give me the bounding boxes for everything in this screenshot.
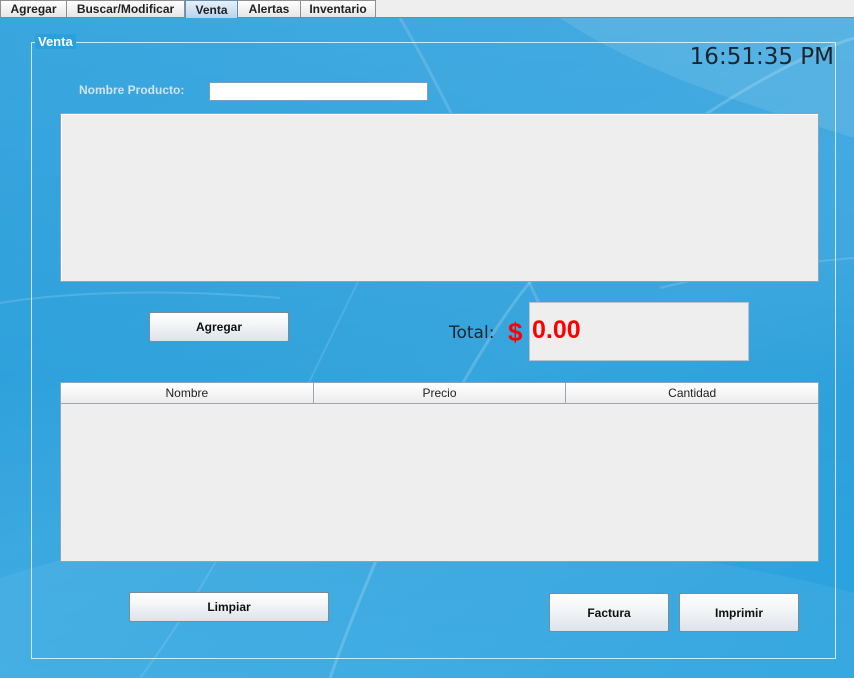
product-name-input[interactable] bbox=[209, 82, 428, 101]
column-header-nombre[interactable]: Nombre bbox=[61, 383, 314, 404]
clear-button[interactable]: Limpiar bbox=[129, 592, 329, 622]
venta-panel: Venta 16:51:35 PM Nombre Producto: Agreg… bbox=[0, 18, 854, 678]
column-header-cantidad[interactable]: Cantidad bbox=[566, 383, 819, 404]
tab-inventario[interactable]: Inventario bbox=[300, 0, 376, 17]
tab-alertas[interactable]: Alertas bbox=[237, 0, 301, 17]
clock-label: 16:51:35 PM bbox=[689, 44, 834, 70]
total-label: Total: bbox=[449, 323, 495, 343]
total-value: 0.00 bbox=[532, 316, 581, 344]
tab-agregar[interactable]: Agregar bbox=[0, 0, 67, 17]
product-name-label: Nombre Producto: bbox=[79, 83, 185, 97]
tab-bar: Agregar Buscar/Modificar Venta Alertas I… bbox=[0, 0, 854, 18]
tab-venta[interactable]: Venta bbox=[185, 0, 238, 18]
column-header-precio[interactable]: Precio bbox=[313, 383, 567, 404]
tab-buscar-modificar[interactable]: Buscar/Modificar bbox=[66, 0, 185, 17]
add-button[interactable]: Agregar bbox=[149, 312, 289, 342]
currency-symbol: $ bbox=[508, 317, 523, 347]
sale-items-table[interactable]: Nombre Precio Cantidad bbox=[60, 382, 819, 562]
venta-group-title: Venta bbox=[35, 34, 76, 49]
invoice-button[interactable]: Factura bbox=[549, 593, 669, 632]
table-header: Nombre Precio Cantidad bbox=[61, 383, 819, 404]
total-display: 0.00 bbox=[529, 302, 749, 361]
search-results-panel[interactable] bbox=[60, 113, 819, 282]
print-button[interactable]: Imprimir bbox=[679, 593, 799, 632]
